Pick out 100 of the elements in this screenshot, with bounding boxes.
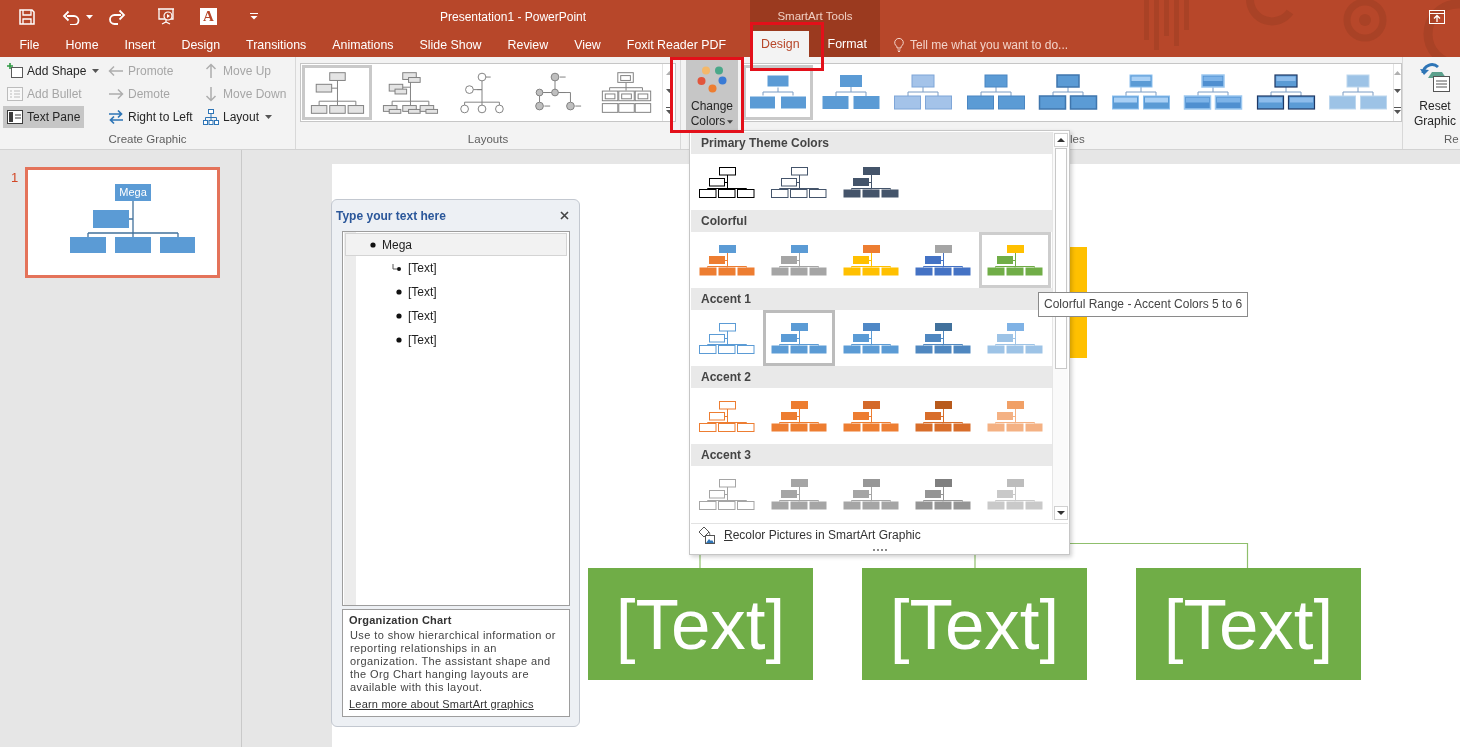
arrow-document-icon	[1419, 61, 1451, 93]
ribbon-tab[interactable]: Transitions	[233, 33, 320, 57]
scroll-down-icon[interactable]	[665, 89, 673, 93]
ribbon-tab[interactable]: Design	[168, 33, 234, 57]
pane-icon	[7, 109, 23, 125]
style-option[interactable]	[743, 65, 813, 120]
chart-box	[115, 237, 151, 253]
hierarchy-layout-icon	[308, 70, 366, 115]
hierarchy-style-icon	[1183, 74, 1243, 111]
org-chart-icon	[915, 322, 971, 354]
org-chart-icon	[843, 478, 899, 510]
org-chart-icon	[987, 322, 1043, 354]
undo-icon[interactable]	[62, 8, 80, 25]
outline-item[interactable]: [Text]	[345, 256, 567, 280]
ribbon-command[interactable]: Add Shape	[3, 60, 104, 82]
swap-arrows-icon	[108, 109, 124, 125]
close-icon[interactable]	[560, 211, 569, 220]
change-colors-button[interactable]: Change Colors	[686, 60, 738, 131]
hierarchy-layout-icon	[380, 70, 439, 115]
group-label: Layouts	[466, 133, 510, 147]
text-entry-field[interactable]: Mega [Text] [Text] [Text] [Text]	[342, 231, 570, 606]
org-chart-icon	[915, 478, 971, 510]
section-header: Accent 3	[691, 444, 1052, 466]
caret-icon	[727, 119, 734, 124]
chart-box	[93, 210, 129, 228]
org-chart-icon	[915, 244, 971, 276]
hierarchy-style-icon	[1328, 74, 1388, 111]
outline-item[interactable]: [Text]	[345, 280, 567, 304]
ribbon-tab[interactable]: Design	[752, 31, 809, 57]
more-icon[interactable]	[665, 107, 673, 114]
pane-title: Type your text here	[336, 208, 446, 223]
hierarchy-style-icon	[820, 74, 881, 111]
reset-graphic-button[interactable]: Reset Graphic	[1410, 61, 1460, 131]
ribbon-tab[interactable]: Animations	[319, 33, 407, 57]
ribbon-command[interactable]: Layout	[199, 106, 277, 128]
ribbon-tab[interactable]: File	[6, 33, 53, 57]
org-chart-icon	[843, 244, 899, 276]
caret-icon[interactable]	[86, 14, 93, 19]
screen-play-icon[interactable]	[157, 8, 175, 25]
customize-caret-icon[interactable]	[250, 13, 258, 20]
ribbon-tab[interactable]: Review	[494, 33, 562, 57]
description-title: Organization Chart	[349, 613, 453, 627]
tell-me-field[interactable]: Tell me what you want to do...	[894, 35, 1069, 55]
outline-item[interactable]: [Text]	[345, 328, 567, 352]
scroll-up-icon[interactable]	[1053, 133, 1068, 147]
bullet-icon	[396, 313, 402, 319]
layout-option[interactable]	[302, 65, 372, 120]
org-chart-icon	[987, 478, 1043, 510]
hierarchy-style-icon	[1038, 74, 1098, 111]
hierarchy-style-icon	[1255, 74, 1316, 111]
org-chart-icon	[987, 400, 1043, 432]
color-option[interactable]	[763, 310, 835, 366]
ribbon-tab[interactable]: Slide Show	[406, 33, 495, 57]
bullet-icon	[370, 241, 376, 248]
slide-number: 1	[11, 170, 20, 186]
org-chart-icon	[699, 244, 755, 276]
org-chart-icon	[915, 400, 971, 432]
text-shape[interactable]: [Text]	[1136, 568, 1361, 680]
down-arrow-icon	[203, 86, 219, 102]
bullet-icon	[396, 289, 402, 295]
glyph-button[interactable]: A	[200, 8, 217, 25]
list-icon	[7, 86, 23, 102]
scroll-down-icon[interactable]	[1053, 506, 1068, 520]
org-chart-icon	[843, 322, 899, 354]
ribbon-tab[interactable]: View	[561, 33, 614, 57]
section-header: Accent 2	[691, 366, 1052, 388]
outline-item[interactable]: Mega	[345, 233, 567, 256]
save-icon[interactable]	[19, 8, 35, 25]
outline-item[interactable]: [Text]	[345, 304, 567, 328]
ribbon-tab[interactable]: Format	[808, 31, 877, 57]
up-arrow-icon	[203, 63, 219, 79]
ribbon-tab[interactable]: Foxit Reader PDF	[613, 33, 739, 57]
chart-box: Mega	[115, 184, 151, 201]
ribbon-command[interactable]: Text Pane	[3, 106, 85, 128]
ribbon-tab[interactable]: Home	[52, 33, 112, 57]
ribbon-command[interactable]: Right to Left	[104, 106, 197, 128]
tooltip: Colorful Range - Accent Colors 5 to 6	[1038, 292, 1249, 317]
more-icon[interactable]	[1394, 107, 1401, 114]
color-option[interactable]	[979, 232, 1051, 288]
text-shape[interactable]: [Text]	[862, 568, 1087, 680]
ribbon-tab[interactable]: Insert	[111, 33, 169, 57]
redo-icon[interactable]	[109, 8, 126, 25]
context-title: SmartArt Tools	[777, 9, 853, 22]
bucket-picture-icon	[697, 526, 715, 545]
org-chart-icon	[843, 400, 899, 432]
resize-grip-icon[interactable]	[872, 549, 887, 552]
recolor-pictures-item[interactable]: Recolor Pictures in SmartArt Graphic	[691, 523, 1068, 547]
slide-thumbnail[interactable]: Mega	[25, 167, 220, 278]
org-chart-icon	[771, 244, 827, 276]
window-title: Presentation1 - PowerPoint	[440, 9, 587, 24]
scroll-down-icon[interactable]	[1394, 89, 1401, 93]
connector-line	[974, 555, 976, 568]
hierarchy-style-icon	[965, 74, 1026, 111]
group-label: les	[1070, 133, 1085, 145]
left-arrow-icon	[108, 63, 124, 79]
hierarchy-icon	[203, 109, 219, 125]
section-header: Primary Theme Colors	[691, 132, 1052, 154]
text-shape[interactable]: [Text]	[588, 568, 813, 680]
description-text: Use to show hierarchical information or reporting relationships in an organization. The assistant shape and the Org Chart hanging layouts are available with this layout.	[349, 629, 557, 694]
learn-more-link[interactable]: Learn more about SmartArt graphics	[349, 698, 534, 710]
